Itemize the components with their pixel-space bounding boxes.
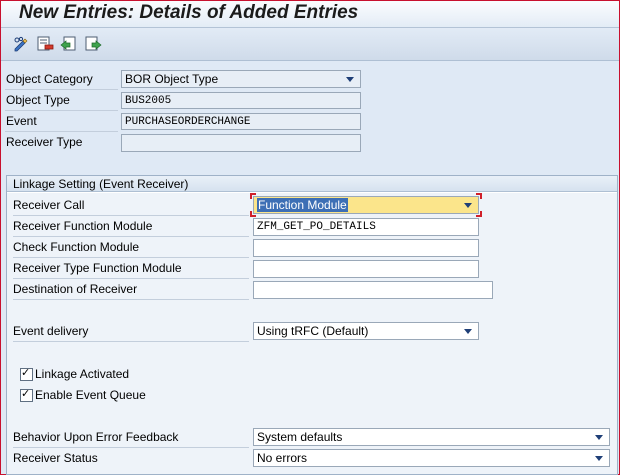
enable-event-queue-label: Enable Event Queue: [35, 388, 146, 402]
receiver-function-module-input[interactable]: ZFM_GET_PO_DETAILS: [253, 218, 479, 236]
behavior-on-error-label: Behavior Upon Error Feedback: [13, 427, 249, 448]
event-field: PURCHASEORDERCHANGE: [121, 113, 361, 130]
object-type-label: Object Type: [5, 90, 118, 111]
group-title: Linkage Setting (Event Receiver): [7, 176, 617, 192]
receiver-status-label: Receiver Status: [13, 451, 98, 465]
behavior-on-error-value: System defaults: [257, 430, 343, 444]
delete-icon[interactable]: [36, 35, 54, 53]
application-toolbar: [1, 28, 619, 61]
check-icon: ✓: [21, 388, 31, 400]
object-category-dropdown[interactable]: BOR Object Type: [121, 70, 361, 88]
receiver-type-label: Receiver Type: [6, 135, 83, 149]
enable-event-queue-checkbox[interactable]: ✓: [20, 388, 33, 402]
chevron-down-icon: [464, 203, 472, 208]
receiver-call-dropdown[interactable]: Function Module: [253, 196, 479, 214]
chevron-down-icon: [464, 329, 472, 334]
chevron-down-icon: [346, 77, 354, 82]
behavior-on-error-dropdown[interactable]: System defaults: [253, 428, 610, 446]
receiver-type-field: [121, 134, 361, 152]
linkage-activated-checkbox[interactable]: ✓: [20, 367, 33, 381]
next-entry-icon[interactable]: [84, 35, 102, 53]
linkage-activated-label: Linkage Activated: [35, 367, 130, 381]
check-function-module-input[interactable]: [253, 239, 479, 257]
event-label: Event: [5, 111, 118, 132]
receiver-function-module-label: Receiver Function Module: [13, 216, 249, 237]
receiver-call-label: Receiver Call: [13, 195, 249, 216]
object-category-label: Object Category: [5, 69, 118, 90]
check-function-module-label: Check Function Module: [13, 237, 249, 258]
event-delivery-dropdown[interactable]: Using tRFC (Default): [253, 322, 479, 340]
display-change-icon[interactable]: [12, 35, 30, 53]
object-type-field: BUS2005: [121, 92, 361, 109]
receiver-type-function-module-input[interactable]: [253, 260, 479, 278]
page-title: New Entries: Details of Added Entries: [19, 2, 359, 23]
chevron-down-icon: [595, 456, 603, 461]
event-delivery-value: Using tRFC (Default): [257, 324, 369, 338]
receiver-type-function-module-label: Receiver Type Function Module: [13, 258, 249, 279]
destination-of-receiver-input[interactable]: [253, 281, 493, 299]
previous-entry-icon[interactable]: [60, 35, 78, 53]
receiver-status-value: No errors: [257, 451, 308, 465]
receiver-status-dropdown[interactable]: No errors: [253, 449, 610, 467]
destination-of-receiver-label: Destination of Receiver: [13, 279, 249, 300]
title-bar: New Entries: Details of Added Entries: [1, 1, 619, 28]
receiver-call-value: Function Module: [257, 198, 348, 212]
event-delivery-label: Event delivery: [13, 321, 249, 342]
check-icon: ✓: [21, 367, 31, 379]
chevron-down-icon: [595, 435, 603, 440]
object-category-value: BOR Object Type: [125, 72, 219, 86]
